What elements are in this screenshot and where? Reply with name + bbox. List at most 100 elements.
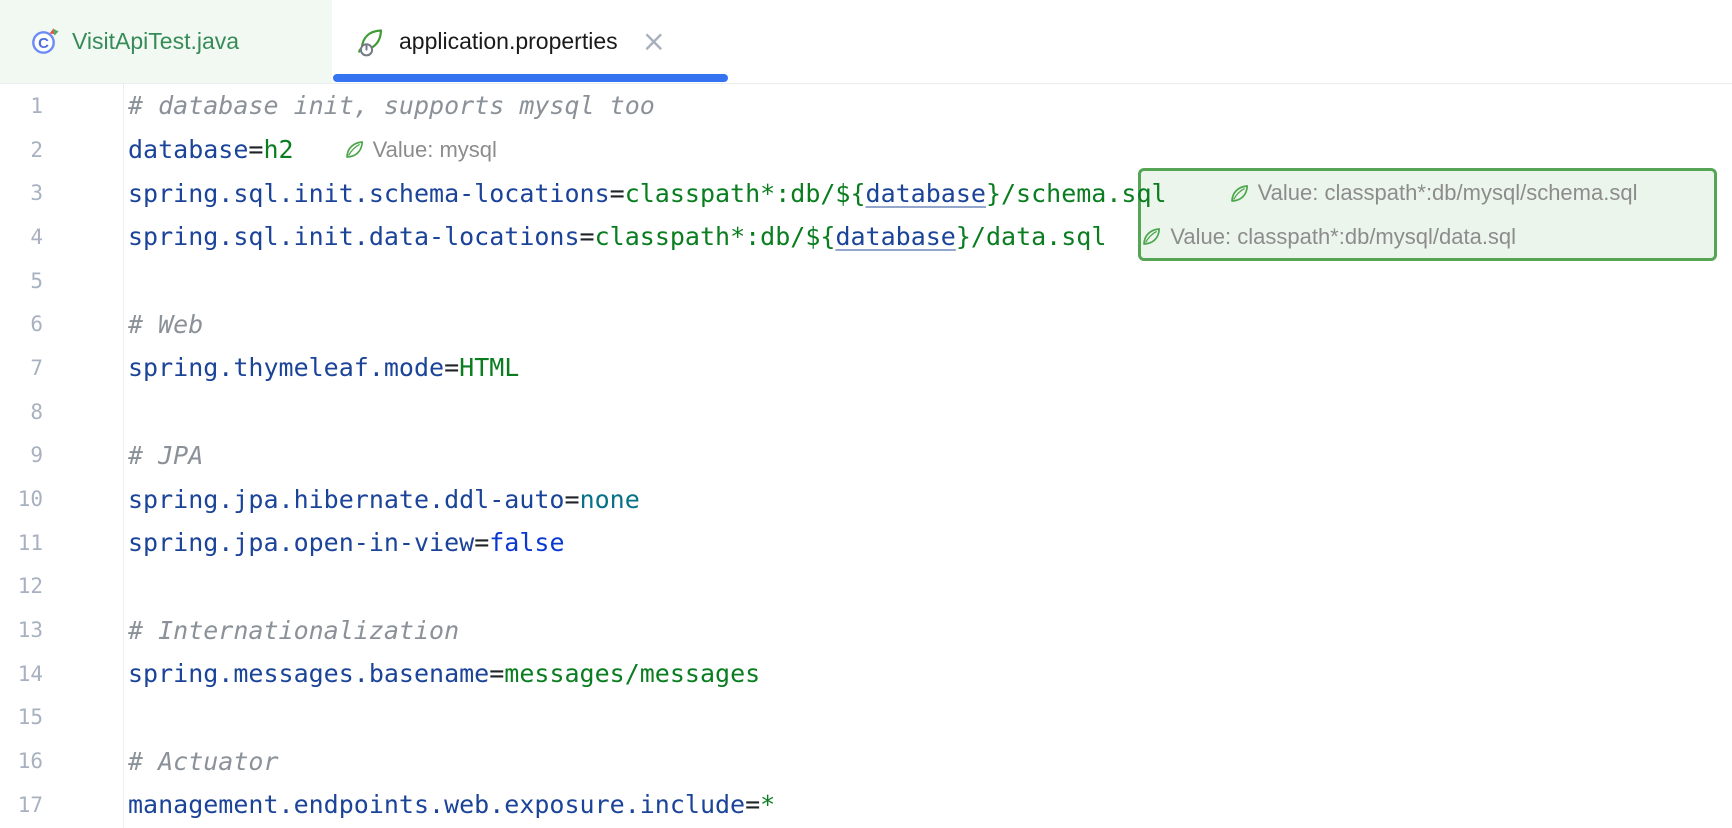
code-lines: 1 # database init, supports mysql too 2 dat… bbox=[0, 84, 1732, 827]
token-comment: # database init, supports mysql too bbox=[128, 91, 655, 120]
tab-label: VisitApiTest.java bbox=[72, 28, 239, 55]
code-text: # database init, supports mysql too bbox=[128, 91, 655, 120]
line-number: 10 bbox=[0, 487, 43, 511]
line-number: 15 bbox=[0, 705, 43, 729]
code-text: management.endpoints.web.exposure.includ… bbox=[128, 790, 775, 819]
tab-application-properties[interactable]: application.properties × bbox=[332, 0, 745, 83]
token-key: spring.sql.init.schema-locations bbox=[128, 179, 610, 208]
line-number: 4 bbox=[0, 225, 43, 249]
token-eq: = bbox=[474, 528, 489, 557]
token-str: }/data.sql bbox=[956, 222, 1107, 251]
ide-editor-window: C VisitApiTest.java application.properti… bbox=[0, 0, 1732, 828]
tab-label: application.properties bbox=[399, 28, 618, 55]
code-line[interactable]: 1 # database init, supports mysql too bbox=[0, 84, 1732, 128]
token-kw: false bbox=[489, 528, 564, 557]
close-icon[interactable]: × bbox=[642, 27, 666, 56]
code-line[interactable]: 9 # JPA bbox=[0, 434, 1732, 478]
code-line[interactable]: 4 spring.sql.init.data-locations=classpat… bbox=[0, 215, 1732, 259]
line-number: 5 bbox=[0, 269, 43, 293]
line-number: 7 bbox=[0, 356, 43, 380]
inlay-value-hint[interactable]: Value: classpath*:db/mysql/data.sql bbox=[1141, 224, 1516, 250]
token-key: spring.messages.basename bbox=[128, 659, 489, 688]
token-comment: # Web bbox=[128, 310, 203, 339]
token-comment: # JPA bbox=[128, 441, 203, 470]
token-str: HTML bbox=[459, 353, 519, 382]
token-eq: = bbox=[745, 790, 760, 819]
token-comment: # Actuator bbox=[128, 747, 279, 776]
active-tab-indicator bbox=[333, 74, 728, 82]
token-eq: = bbox=[580, 222, 595, 251]
code-line[interactable]: 3 spring.sql.init.schema-locations=classp… bbox=[0, 171, 1732, 215]
code-text: spring.thymeleaf.mode=HTML bbox=[128, 353, 519, 382]
code-line[interactable]: 17management.endpoints.web.exposure.incl… bbox=[0, 783, 1732, 827]
code-line[interactable]: 11 spring.jpa.open-in-view=false bbox=[0, 521, 1732, 565]
token-eq: = bbox=[565, 485, 580, 514]
token-str: classpath*:db/${ bbox=[595, 222, 836, 251]
token-comment: # Internationalization bbox=[128, 616, 459, 645]
token-str: * bbox=[760, 790, 775, 819]
token-key: spring.thymeleaf.mode bbox=[128, 353, 444, 382]
line-number: 13 bbox=[0, 618, 43, 642]
line-number: 6 bbox=[0, 312, 43, 336]
code-text: database=h2 Value: mysql bbox=[128, 135, 497, 164]
spring-leaf-icon bbox=[1229, 183, 1250, 204]
inlay-hint-text: Value: classpath*:db/mysql/data.sql bbox=[1170, 224, 1516, 250]
inlay-value-hint[interactable]: Value: classpath*:db/mysql/schema.sql bbox=[1229, 180, 1638, 206]
code-line[interactable]: 15 bbox=[0, 696, 1732, 740]
token-eq: = bbox=[489, 659, 504, 688]
code-line[interactable]: 8 bbox=[0, 390, 1732, 434]
line-number: 9 bbox=[0, 443, 43, 467]
code-line[interactable]: 16 # Actuator bbox=[0, 739, 1732, 783]
spring-leaf-icon bbox=[1141, 226, 1162, 247]
token-teal: none bbox=[580, 485, 640, 514]
code-text: # Actuator bbox=[128, 747, 279, 776]
token-str: }/schema.sql bbox=[986, 179, 1167, 208]
code-line[interactable]: 14 spring.messages.basename=messages/mess… bbox=[0, 652, 1732, 696]
code-line[interactable]: 12 bbox=[0, 565, 1732, 609]
editor[interactable]: 1 # database init, supports mysql too 2 dat… bbox=[0, 84, 1732, 828]
token-key: spring.sql.init.data-locations bbox=[128, 222, 580, 251]
line-number: 8 bbox=[0, 400, 43, 424]
property-reference[interactable]: database bbox=[866, 179, 986, 208]
line-number: 2 bbox=[0, 138, 43, 162]
line-number: 12 bbox=[0, 574, 43, 598]
line-number: 1 bbox=[0, 94, 43, 118]
code-line[interactable]: 10 spring.jpa.hibernate.ddl-auto=none bbox=[0, 477, 1732, 521]
line-number: 3 bbox=[0, 181, 43, 205]
code-line[interactable]: 7 spring.thymeleaf.mode=HTML bbox=[0, 346, 1732, 390]
code-line[interactable]: 5 bbox=[0, 259, 1732, 303]
code-line[interactable]: 13 # Internationalization bbox=[0, 608, 1732, 652]
test-class-icon: C bbox=[30, 27, 59, 56]
token-key: spring.jpa.open-in-view bbox=[128, 528, 474, 557]
token-str: classpath*:db/${ bbox=[625, 179, 866, 208]
line-number: 14 bbox=[0, 662, 43, 686]
editor-tab-bar: C VisitApiTest.java application.properti… bbox=[0, 0, 1732, 84]
token-str: messages/messages bbox=[504, 659, 760, 688]
token-eq: = bbox=[610, 179, 625, 208]
code-text: spring.messages.basename=messages/messag… bbox=[128, 659, 760, 688]
code-line[interactable]: 6 # Web bbox=[0, 302, 1732, 346]
token-key: management.endpoints.web.exposure.includ… bbox=[128, 790, 745, 819]
code-text: spring.sql.init.data-locations=classpath… bbox=[128, 222, 1516, 251]
property-reference[interactable]: database bbox=[835, 222, 955, 251]
code-text: spring.sql.init.schema-locations=classpa… bbox=[128, 179, 1637, 208]
svg-text:C: C bbox=[38, 35, 49, 52]
inlay-hint-text: Value: classpath*:db/mysql/schema.sql bbox=[1258, 180, 1638, 206]
token-eq: = bbox=[444, 353, 459, 382]
code-text: spring.jpa.hibernate.ddl-auto=none bbox=[128, 485, 640, 514]
token-key: spring.jpa.hibernate.ddl-auto bbox=[128, 485, 565, 514]
inlay-value-hint[interactable]: Value: mysql bbox=[344, 137, 497, 163]
spring-leaf-icon bbox=[344, 139, 365, 160]
spring-boot-icon bbox=[356, 27, 386, 57]
inlay-hint-text: Value: mysql bbox=[373, 137, 497, 163]
tab-visitapitest-java[interactable]: C VisitApiTest.java bbox=[0, 0, 332, 83]
line-number: 11 bbox=[0, 531, 43, 555]
token-eq: = bbox=[248, 135, 263, 164]
line-number: 16 bbox=[0, 749, 43, 773]
code-text: # Internationalization bbox=[128, 616, 459, 645]
token-str: h2 bbox=[263, 135, 293, 164]
code-line[interactable]: 2 database=h2 Value: mysql bbox=[0, 128, 1732, 172]
code-text: # JPA bbox=[128, 441, 203, 470]
token-key: database bbox=[128, 135, 248, 164]
code-text: spring.jpa.open-in-view=false bbox=[128, 528, 565, 557]
